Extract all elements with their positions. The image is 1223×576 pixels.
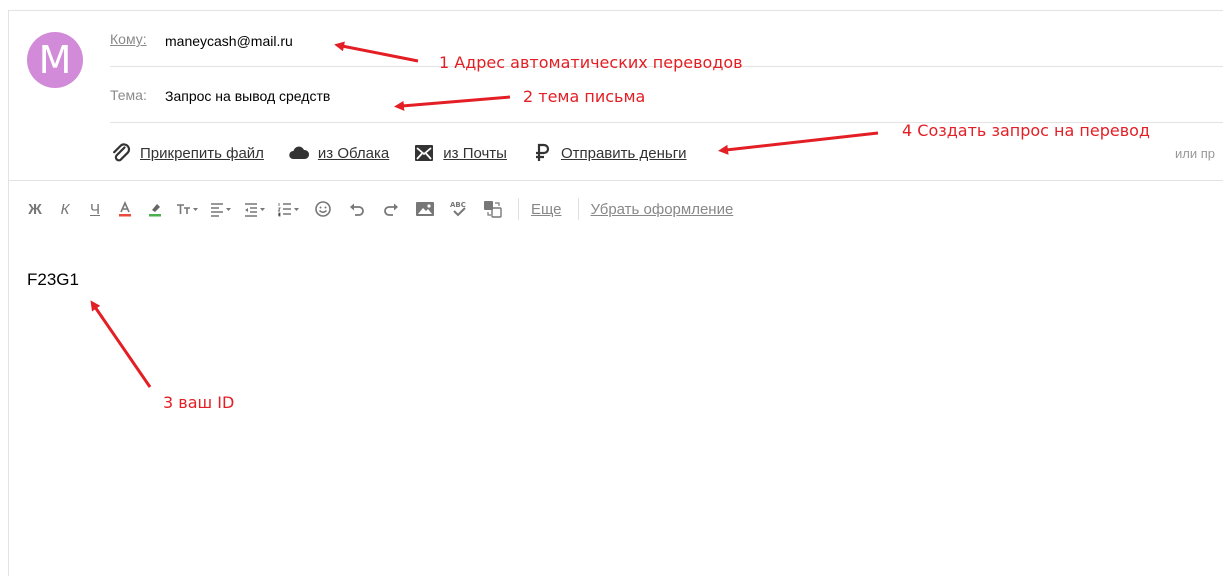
annotation-1: 1 Адрес автоматических переводов bbox=[439, 53, 743, 72]
arrow-3 bbox=[90, 300, 152, 388]
arrow-2 bbox=[394, 95, 511, 111]
arrow-1 bbox=[334, 41, 419, 63]
annotation-3: 3 ваш ID bbox=[163, 393, 235, 412]
annotation-4: 4 Создать запрос на перевод bbox=[902, 121, 1150, 140]
annotation-2: 2 тема письма bbox=[523, 87, 646, 106]
arrow-4 bbox=[718, 131, 879, 155]
